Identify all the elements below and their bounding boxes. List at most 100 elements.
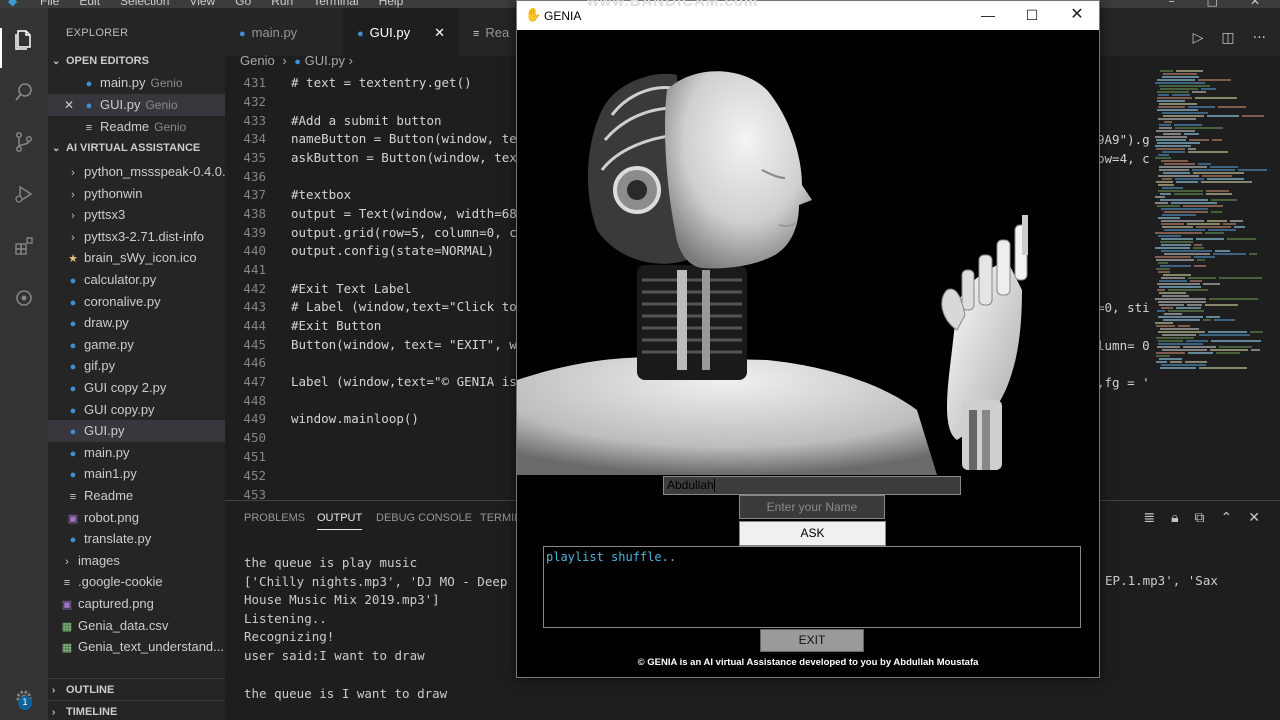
- exit-button[interactable]: EXIT: [760, 629, 864, 652]
- file-gui-copy-2-py[interactable]: ● GUI copy 2.py: [48, 377, 225, 399]
- minimap[interactable]: [1155, 68, 1270, 373]
- file-gif-py[interactable]: ● gif.py: [48, 355, 225, 377]
- tab-problems[interactable]: PROBLEMS: [244, 512, 305, 524]
- minimap-line: [1242, 115, 1264, 117]
- close-icon[interactable]: ✕: [1054, 3, 1100, 27]
- file-main1-py[interactable]: ● main1.py: [48, 463, 225, 485]
- tab-readme[interactable]: ≡ Rea: [459, 8, 519, 56]
- run-debug-icon[interactable]: [10, 180, 38, 208]
- menu-run[interactable]: Run: [271, 0, 293, 8]
- file-gui-py[interactable]: ● GUI.py: [48, 420, 225, 442]
- file-readme[interactable]: ≡ Readme: [48, 485, 225, 507]
- minimap-line: [1160, 265, 1191, 267]
- project-section[interactable]: ⌄ AI VIRTUAL ASSISTANCE: [48, 137, 225, 159]
- minimap-line: [1155, 247, 1190, 249]
- tab-main-py[interactable]: ● main.py: [225, 8, 343, 56]
- minimap-line: [1203, 283, 1220, 285]
- run-file-icon[interactable]: ▷: [1193, 30, 1204, 46]
- lock-icon[interactable]: 🔒︎: [1171, 510, 1178, 526]
- timeline-section[interactable]: › TIMELINE: [48, 700, 225, 720]
- file-label: captured.png: [78, 596, 154, 611]
- code-line: 438 output = Text(window, width=68: [225, 205, 516, 224]
- explorer-icon[interactable]: [10, 26, 38, 54]
- folder-images[interactable]: › images: [48, 550, 225, 572]
- file-calculator-py[interactable]: ● calculator.py: [48, 269, 225, 291]
- output-line: Listening..: [244, 611, 327, 626]
- remote-icon[interactable]: [10, 284, 38, 312]
- menu-edit[interactable]: Edit: [79, 0, 100, 8]
- file-google-cookie[interactable]: ≡ .google-cookie: [48, 571, 225, 593]
- breadcrumb-folder[interactable]: Genio: [240, 53, 275, 68]
- name-entry[interactable]: Abdullah: [663, 476, 961, 495]
- ask-button[interactable]: ASK: [739, 521, 886, 546]
- minimap-line: [1216, 352, 1240, 354]
- maximize-icon[interactable]: ☐: [1009, 3, 1055, 27]
- file-coronalive-py[interactable]: ● coronalive.py: [48, 291, 225, 313]
- close-editor-icon[interactable]: ✕: [64, 94, 78, 116]
- clear-output-icon[interactable]: ≣: [1143, 510, 1155, 526]
- minimize-icon[interactable]: –: [1169, 0, 1175, 8]
- menu-view[interactable]: View: [189, 0, 215, 8]
- outline-section[interactable]: › OUTLINE: [48, 678, 225, 700]
- line-number: 445: [243, 337, 266, 352]
- file-genia-data-csv[interactable]: ▦ Genia_data.csv: [48, 615, 225, 637]
- minimap-line: [1158, 175, 1199, 177]
- tab-output[interactable]: OUTPUT: [317, 512, 363, 530]
- minimap-line: [1158, 262, 1168, 264]
- minimize-icon[interactable]: —: [965, 3, 1011, 27]
- minimap-line: [1160, 328, 1199, 330]
- line-number: 449: [243, 411, 266, 426]
- breadcrumb-file[interactable]: GUI.py: [305, 53, 345, 68]
- maximize-panel-icon[interactable]: ⌃: [1221, 510, 1233, 526]
- extensions-icon[interactable]: [10, 232, 38, 260]
- folder-python-mssspeak[interactable]: › python_mssspeak-0.4.0...: [48, 161, 225, 183]
- file-gui-copy-py[interactable]: ● GUI copy.py: [48, 399, 225, 421]
- line-number: 448: [243, 393, 266, 408]
- enter-name-button[interactable]: Enter your Name: [739, 495, 885, 519]
- more-actions-icon[interactable]: ···: [1253, 30, 1266, 46]
- file-draw-py[interactable]: ● draw.py: [48, 312, 225, 334]
- source-control-icon[interactable]: [10, 128, 38, 156]
- maximize-icon[interactable]: □: [1207, 0, 1218, 8]
- open-editor-main-py[interactable]: ● main.py Genio: [48, 72, 225, 94]
- chevron-icon: ⌄: [52, 143, 61, 154]
- menu-file[interactable]: File: [40, 0, 59, 8]
- tab-debug-console[interactable]: DEBUG CONSOLE: [376, 512, 472, 524]
- minimap-line: [1155, 232, 1202, 234]
- menu-selection[interactable]: Selection: [120, 0, 169, 8]
- file-captured-png[interactable]: ▣ captured.png: [48, 593, 225, 615]
- close-panel-icon[interactable]: ✕: [1248, 510, 1260, 526]
- output-textbox[interactable]: playlist shuffle..: [543, 546, 1081, 628]
- minimap-line: [1176, 181, 1198, 183]
- file-game-py[interactable]: ● game.py: [48, 334, 225, 356]
- close-icon[interactable]: ✕: [1250, 0, 1260, 8]
- open-editor-icon[interactable]: ⧉: [1195, 510, 1205, 526]
- open-editors-section[interactable]: ⌄ OPEN EDITORS: [48, 50, 225, 72]
- tab-gui-py[interactable]: ● GUI.py ✕: [343, 8, 459, 56]
- folder-pythonwin[interactable]: › pythonwin: [48, 183, 225, 205]
- file-genia-text-understand[interactable]: ▦ Genia_text_understand...: [48, 636, 225, 658]
- minimap-line: [1207, 220, 1227, 222]
- menu-go[interactable]: Go: [235, 0, 251, 8]
- file-translate-py[interactable]: ● translate.py: [48, 528, 225, 550]
- settings-gear-icon[interactable]: 1: [10, 684, 38, 712]
- genia-titlebar[interactable]: ✋ GENIA www.BANDICAM.com — ☐ ✕: [517, 0, 1100, 30]
- minimap-line: [1158, 184, 1174, 186]
- folder-pyttsx3[interactable]: › pyttsx3: [48, 204, 225, 226]
- line-number: 439: [243, 225, 266, 240]
- menu-terminal[interactable]: Terminal: [313, 0, 358, 8]
- minimap-line: [1157, 79, 1195, 81]
- tab-close-icon[interactable]: ✕: [434, 25, 445, 40]
- minimap-line: [1188, 148, 1196, 150]
- folder-pyttsx3-dist-info[interactable]: › pyttsx3-2.71.dist-info: [48, 226, 225, 248]
- file-main-py[interactable]: ● main.py: [48, 442, 225, 464]
- menu-help[interactable]: Help: [379, 0, 404, 8]
- open-editor-readme[interactable]: ≡ Readme Genio: [48, 116, 225, 138]
- file-brain-icon[interactable]: ★ brain_sWy_icon.ico: [48, 247, 225, 269]
- code-fragment: =0, sti: [1097, 300, 1150, 315]
- open-editor-gui-py[interactable]: ✕ ● GUI.py Genio: [48, 94, 225, 116]
- file-robot-png[interactable]: ▣ robot.png: [48, 507, 225, 529]
- file-type-icon: ▣: [67, 513, 79, 525]
- search-icon[interactable]: [10, 78, 38, 106]
- split-editor-icon[interactable]: ◫: [1221, 30, 1234, 46]
